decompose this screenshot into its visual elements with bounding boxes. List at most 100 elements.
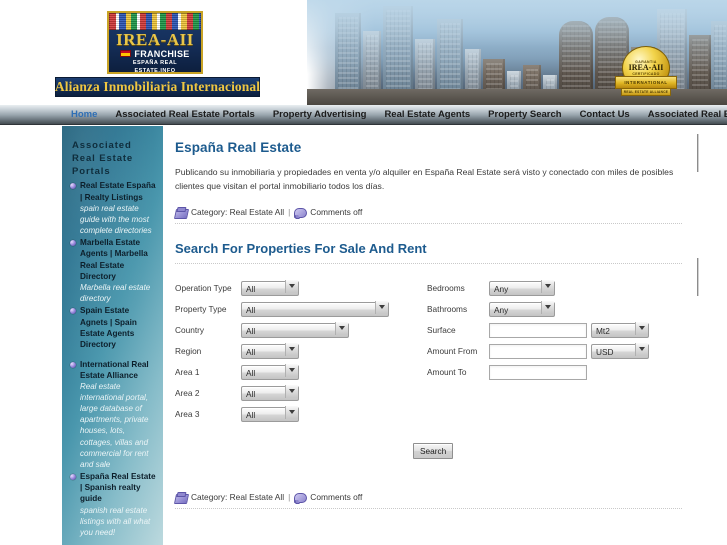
comments-label: Comments off <box>310 492 363 502</box>
logo-title: IREA-AII <box>116 30 194 49</box>
sidebar: Associated Real Estate Portals Real Esta… <box>62 126 163 545</box>
flags-strip-icon <box>109 13 201 30</box>
operation-type-label: Operation Type <box>175 282 232 293</box>
category-folder-icon <box>175 207 187 218</box>
content-right-rule-mid <box>697 258 699 296</box>
spain-flag-icon <box>120 50 132 58</box>
sidebar-link-desc: spanish real estate listings with all wh… <box>80 505 151 537</box>
area-1-label: Area 1 <box>175 366 200 377</box>
region-select[interactable]: All <box>241 344 299 359</box>
sidebar-link-label[interactable]: Real Estate España | Realty Listings <box>80 180 157 203</box>
bullet-icon <box>70 308 76 315</box>
currency-select[interactable]: USD <box>591 344 649 359</box>
divider-dotted-top <box>175 222 682 224</box>
area-3-label: Area 3 <box>175 408 200 419</box>
property-type-select[interactable]: All <box>241 302 389 317</box>
country-select[interactable]: All <box>241 323 349 338</box>
bathrooms-label: Bathrooms <box>427 303 468 314</box>
amount-to-label: Amount To <box>427 366 467 377</box>
nav-item-property-advertising[interactable]: Property Advertising <box>264 105 376 125</box>
nav-item-property-search[interactable]: Property Search <box>479 105 570 125</box>
surface-unit-select[interactable]: Mt2 <box>591 323 649 338</box>
property-search-form: Operation Type All Property Type All Cou… <box>175 278 687 425</box>
sidebar-link-desc: Real estate international portal, large … <box>80 382 149 469</box>
field-area-2: Area 2 All <box>175 383 427 403</box>
comments-label: Comments off <box>310 207 363 217</box>
sidebar-item-real-estate-espana[interactable]: Real Estate España | Realty Listings spa… <box>70 180 157 236</box>
sidebar-item-international-real-estate-alliance[interactable]: International Real Estate Alliance Real … <box>70 359 157 470</box>
nav-item-home[interactable]: Home <box>62 105 106 125</box>
sidebar-link-label[interactable]: Marbella Estate Agents | Marbella Real E… <box>80 237 157 282</box>
area-1-select[interactable]: All <box>241 365 299 380</box>
logo-sub-line2: ESTATE.INFO <box>134 67 176 74</box>
seal-ribbon2-text: REAL ESTATE ALLIANCE <box>621 88 671 96</box>
region-label: Region <box>175 345 202 356</box>
divider-dotted-mid <box>175 262 682 264</box>
irea-aii-logo[interactable]: IREA-AII FRANCHISE ESPAÑA REAL ESTATE.IN… <box>107 11 203 74</box>
form-column-right: Bedrooms Any Bathrooms Any Surface Mt2 A… <box>427 278 677 425</box>
main-content: España Real Estate Publicando su inmobil… <box>163 126 727 545</box>
comments-bubble-icon <box>294 492 308 503</box>
logo-sub-line1: ESPAÑA REAL <box>132 59 178 66</box>
post-meta-top: Category: Real Estate All | Comments off <box>175 207 687 218</box>
search-submit-button[interactable]: Search <box>413 442 453 459</box>
field-amount-to: Amount To <box>427 362 677 382</box>
category-label[interactable]: Category: Real Estate All <box>191 492 284 502</box>
nav-item-contact-us[interactable]: Contact Us <box>571 105 639 125</box>
page-root: GARANTIA IREA-AII CERTIFICADO INTERNATIO… <box>0 0 727 545</box>
page-title: España Real Estate <box>175 140 302 155</box>
category-label[interactable]: Category: Real Estate All <box>191 207 284 217</box>
field-surface: Surface Mt2 <box>427 320 677 340</box>
nav-item-associated-real-estate-portals[interactable]: Associated Real Estate Portals <box>106 105 263 125</box>
nav-item-associated-real-estate-portals-2[interactable]: Associated Real Estate Portals <box>639 105 727 125</box>
field-property-type: Property Type All <box>175 299 427 319</box>
site-header: GARANTIA IREA-AII CERTIFICADO INTERNATIO… <box>0 0 727 105</box>
category-folder-icon <box>175 492 187 503</box>
sidebar-item-marbella-estate-agents[interactable]: Marbella Estate Agents | Marbella Real E… <box>70 237 157 304</box>
amount-to-input[interactable] <box>489 365 587 380</box>
operation-type-select[interactable]: All <box>241 281 299 296</box>
field-country: Country All <box>175 320 427 340</box>
content-right-rule-top <box>697 134 699 172</box>
field-amount-from: Amount From USD <box>427 341 677 361</box>
certification-seal-badge: GARANTIA IREA-AII CERTIFICADO INTERNATIO… <box>615 46 677 102</box>
surface-input[interactable] <box>489 323 587 338</box>
field-bathrooms: Bathrooms Any <box>427 299 677 319</box>
bedrooms-select[interactable]: Any <box>489 281 555 296</box>
sidebar-item-espana-real-estate[interactable]: España Real Estate | Spanish realty guid… <box>70 471 157 538</box>
area-2-select[interactable]: All <box>241 386 299 401</box>
post-meta-bottom: Category: Real Estate All | Comments off <box>175 492 687 503</box>
sidebar-spacer <box>70 352 157 359</box>
nav-item-real-estate-agents[interactable]: Real Estate Agents <box>375 105 479 125</box>
comments-bubble-icon <box>294 207 308 218</box>
meta-separator: | <box>288 492 291 502</box>
field-area-1: Area 1 All <box>175 362 427 382</box>
bullet-icon <box>70 240 76 247</box>
search-section-heading: Search For Properties For Sale And Rent <box>175 240 427 256</box>
post-body-text: Publicando su inmobiliaria y propiedades… <box>175 167 674 191</box>
search-button-wrap: Search <box>413 441 687 459</box>
main-navigation: Home Associated Real Estate Portals Prop… <box>0 105 727 125</box>
sidebar-portal-list: Real Estate España | Realty Listings spa… <box>70 180 157 537</box>
form-column-left: Operation Type All Property Type All Cou… <box>175 278 427 425</box>
country-label: Country <box>175 324 205 335</box>
divider-dotted-bottom <box>175 507 682 509</box>
sidebar-heading: Associated Real Estate Portals <box>72 140 134 177</box>
seal-center-text: IREA-AII <box>628 63 664 72</box>
field-operation-type: Operation Type All <box>175 278 427 298</box>
sidebar-link-desc: spain real estate guide with the most co… <box>80 204 152 236</box>
field-region: Region All <box>175 341 427 361</box>
amount-from-input[interactable] <box>489 344 587 359</box>
area-3-select[interactable]: All <box>241 407 299 422</box>
bathrooms-select[interactable]: Any <box>489 302 555 317</box>
bedrooms-label: Bedrooms <box>427 282 465 293</box>
sidebar-link-label[interactable]: Spain Estate Agnets | Spain Estate Agent… <box>80 305 157 350</box>
sidebar-item-spain-estate-agents[interactable]: Spain Estate Agnets | Spain Estate Agent… <box>70 305 157 350</box>
bullet-icon <box>70 473 76 480</box>
sidebar-link-label[interactable]: España Real Estate | Spanish realty guid… <box>80 471 157 505</box>
field-area-3: Area 3 All <box>175 404 427 424</box>
property-type-label: Property Type <box>175 303 227 314</box>
sidebar-link-label[interactable]: International Real Estate Alliance <box>80 359 157 382</box>
bullet-icon <box>70 183 76 190</box>
site-tagline: Alianza Inmobiliaria Internacional <box>55 77 260 97</box>
